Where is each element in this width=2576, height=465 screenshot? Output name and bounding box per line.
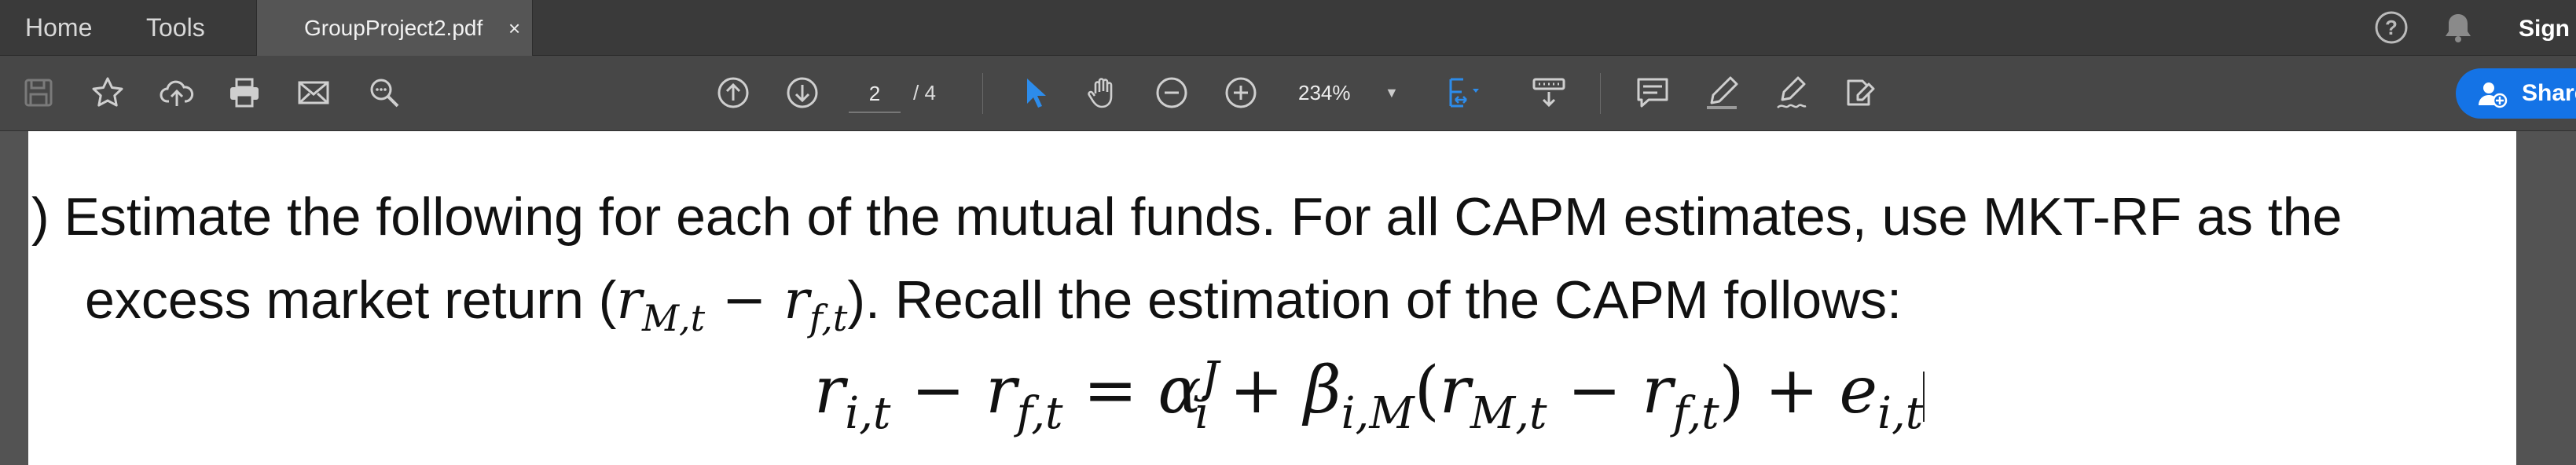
toolbar-divider (1600, 73, 1601, 114)
print-icon[interactable] (225, 73, 264, 112)
select-cursor-icon[interactable] (1015, 73, 1055, 112)
page-total: / 4 (913, 81, 936, 104)
zoom-in-icon[interactable] (1221, 73, 1260, 112)
highlight-icon[interactable] (1702, 73, 1741, 112)
tab-bar: Home Tools GroupProject2.pdf × ? Sign (0, 0, 2576, 57)
comment-icon[interactable] (1633, 73, 1672, 112)
toolbar: / 4 234% ▼ Share (0, 56, 2576, 131)
excess-return-math: rM,t − rf,t (616, 269, 848, 340)
zoom-out-icon[interactable] (1152, 73, 1191, 112)
edit-form-icon[interactable] (1840, 73, 1880, 112)
scroll-mode-icon[interactable] (1529, 73, 1569, 112)
document-line-1: ) Estimate the following for each of the… (31, 187, 2343, 247)
add-person-icon (2479, 82, 2508, 108)
cloud-upload-icon[interactable] (157, 73, 196, 112)
tools-tab[interactable]: Tools (146, 0, 205, 55)
document-line-2-end: ). Recall the estimation of the CAPM fol… (847, 270, 1903, 330)
sign-button[interactable]: Sign (2519, 0, 2570, 55)
toolbar-divider (982, 73, 983, 114)
document-viewport[interactable]: ) Estimate the following for each of the… (0, 131, 2576, 465)
help-icon[interactable]: ? (2373, 9, 2409, 49)
mail-icon[interactable] (294, 73, 333, 112)
zoom-level[interactable]: 234% (1298, 56, 1351, 130)
page-number-input[interactable] (849, 75, 901, 113)
document-tab-title: GroupProject2.pdf (304, 16, 483, 40)
close-tab-button[interactable]: × (508, 0, 520, 57)
share-button[interactable]: Share (2456, 68, 2576, 119)
text-cursor (1923, 372, 1925, 423)
save-icon[interactable] (19, 73, 58, 112)
document-line-2-start: excess market return ( (85, 270, 617, 330)
bell-icon[interactable] (2440, 9, 2476, 49)
pdf-page: ) Estimate the following for each of the… (28, 131, 2516, 465)
capm-equation: ri,t − rf,t = αJi + βi,M(rM,t − rf,t) + … (814, 353, 1925, 439)
svg-text:?: ? (2385, 16, 2398, 39)
document-tab[interactable]: GroupProject2.pdf × (256, 0, 533, 57)
share-label: Share (2522, 80, 2576, 106)
hand-tool-icon[interactable] (1083, 73, 1122, 112)
search-icon[interactable] (365, 73, 404, 112)
star-icon[interactable] (88, 73, 127, 112)
next-page-icon[interactable] (783, 73, 822, 112)
fit-page-icon[interactable] (1444, 73, 1484, 112)
document-line-2: excess market return (rM,t − rf,t). Reca… (85, 269, 1902, 339)
draw-signature-icon[interactable] (1773, 73, 1812, 112)
home-tab[interactable]: Home (25, 0, 92, 55)
previous-page-icon[interactable] (714, 73, 753, 112)
zoom-dropdown-icon[interactable]: ▼ (1385, 56, 1399, 130)
